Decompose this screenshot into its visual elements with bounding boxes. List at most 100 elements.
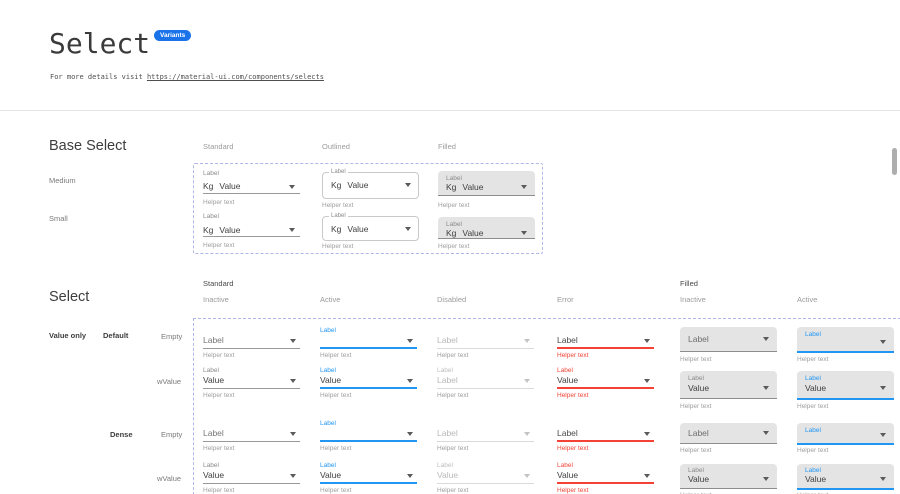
select-float-label: Label — [805, 375, 821, 382]
subtitle-text: For more details visit — [50, 73, 147, 81]
select-dense-standard-error-wvalue[interactable]: Label Value Helper text — [557, 462, 654, 494]
select-value: Value — [805, 475, 826, 484]
select-underline — [320, 347, 417, 349]
base-select-standard-small[interactable]: Label KgValue Helper text — [203, 213, 300, 259]
select-filled-box: Label KgValue — [438, 171, 535, 196]
dropdown-caret-icon — [763, 386, 769, 390]
docs-link[interactable]: https://material-ui.com/components/selec… — [147, 73, 324, 81]
row-group-value-only: Value only — [49, 331, 86, 340]
select-dense-filled-inactive-wvalue[interactable]: Label Value Helper text — [680, 462, 777, 494]
select-underline — [320, 482, 417, 484]
select-dense-standard-disabled-wvalue[interactable]: Label Value Helper text — [437, 462, 534, 494]
select-standard-inactive-wvalue[interactable]: Label Value Helper text — [203, 367, 300, 413]
select-filled-box: Label Value — [680, 464, 777, 489]
dropdown-caret-icon — [405, 227, 411, 231]
select-dense-filled-active-wvalue[interactable]: Label Value Helper text — [797, 462, 894, 494]
helper-text: Helper text — [203, 242, 234, 249]
select-resting-label: Label — [557, 336, 578, 345]
select-value: Value — [688, 384, 709, 393]
helper-text: Helper text — [203, 392, 234, 399]
select-value: Value — [688, 475, 709, 484]
select-underline — [557, 347, 654, 349]
scrollbar-thumb[interactable] — [892, 148, 897, 175]
select-dense-filled-inactive-empty[interactable]: Label Helper text — [680, 420, 777, 466]
dropdown-caret-icon — [644, 432, 650, 436]
helper-text: Helper text — [322, 243, 353, 250]
select-float-label: Label — [203, 367, 219, 374]
variants-badge: Variants — [154, 30, 191, 41]
select-value: KgValue — [331, 181, 369, 190]
select-filled-box: Label Value — [680, 371, 777, 399]
dropdown-caret-icon — [880, 386, 886, 390]
dropdown-caret-icon — [763, 337, 769, 341]
select-resting-label: Label — [203, 336, 224, 345]
helper-text: Helper text — [320, 445, 351, 452]
kg-adornment: Kg — [203, 225, 213, 235]
select-standard-disabled-wvalue[interactable]: Label Label Helper text — [437, 367, 534, 413]
select-value: Value — [805, 384, 826, 393]
column-header-filled-inactive: Inactive — [680, 295, 706, 304]
kg-adornment: Kg — [331, 224, 341, 234]
select-float-label: Label — [688, 467, 704, 474]
select-value: Label — [437, 376, 458, 385]
select-notch-label: Label — [329, 213, 348, 220]
select-float-label: Label — [320, 327, 336, 334]
base-select-outlined-medium[interactable]: Label KgValue Helper text — [322, 170, 419, 216]
select-filled-inactive-wvalue[interactable]: Label Value Helper text — [680, 367, 777, 413]
helper-text: Helper text — [557, 445, 588, 452]
select-float-label: Label — [203, 213, 219, 220]
select-resting-label: Label — [203, 429, 224, 438]
column-header-active: Active — [320, 295, 340, 304]
select-float-label: Label — [203, 462, 219, 469]
select-underline — [437, 483, 534, 484]
column-header-filled-active: Active — [797, 295, 817, 304]
select-filled-active-wvalue[interactable]: Label Value Helper text — [797, 367, 894, 413]
select-dense-standard-active-wvalue[interactable]: Label Value Helper text — [320, 462, 417, 494]
select-dense-standard-inactive-empty[interactable]: Label Helper text — [203, 420, 300, 466]
select-dense-filled-active-empty[interactable]: Label Helper text — [797, 420, 894, 466]
dropdown-caret-icon — [290, 379, 296, 383]
helper-text: Helper text — [557, 392, 588, 399]
select-float-label: Label — [320, 462, 336, 469]
select-underline — [203, 348, 300, 349]
select-dense-standard-inactive-wvalue[interactable]: Label Value Helper text — [203, 462, 300, 494]
select-spec-page: Select Variants For more details visit h… — [0, 0, 900, 494]
select-resting-label: Label — [688, 429, 709, 438]
select-float-label: Label — [203, 170, 219, 177]
base-select-standard-medium[interactable]: Label KgValue Helper text — [203, 170, 300, 216]
group-header-filled: Filled — [680, 279, 698, 288]
select-underline — [203, 441, 300, 442]
select-outline-box: Label KgValue — [322, 172, 419, 199]
row-label-dense-empty: Empty — [161, 430, 182, 439]
base-select-outlined-small[interactable]: Label KgValue Helper text — [322, 213, 419, 259]
select-dense-standard-error-empty[interactable]: Label Helper text — [557, 420, 654, 466]
base-select-filled-small[interactable]: Label KgValue Helper text — [438, 213, 535, 259]
select-underline — [320, 440, 417, 442]
select-underline — [437, 348, 534, 349]
helper-text: Helper text — [322, 202, 353, 209]
select-value: Value — [320, 376, 341, 385]
helper-text: Helper text — [438, 202, 469, 209]
select-dense-standard-disabled-empty[interactable]: Label Helper text — [437, 420, 534, 466]
select-standard-active-wvalue[interactable]: Label Value Helper text — [320, 367, 417, 413]
helper-text: Helper text — [203, 445, 234, 452]
dropdown-caret-icon — [289, 228, 295, 232]
select-filled-box: Label — [797, 423, 894, 445]
row-label-default-empty: Empty — [161, 332, 182, 341]
kg-adornment: Kg — [203, 181, 213, 191]
select-standard-error-wvalue[interactable]: Label Value Helper text — [557, 367, 654, 413]
helper-text: Helper text — [320, 352, 351, 359]
select-dense-standard-active-empty[interactable]: Label Helper text — [320, 420, 417, 466]
base-select-filled-medium[interactable]: Label KgValue Helper text — [438, 170, 535, 216]
dropdown-caret-icon — [644, 339, 650, 343]
helper-text: Helper text — [797, 403, 828, 410]
subtitle: For more details visit https://material-… — [50, 73, 324, 81]
select-notch-label: Label — [329, 169, 348, 176]
select-value: Value — [437, 471, 458, 480]
dropdown-caret-icon — [524, 339, 530, 343]
dropdown-caret-icon — [880, 433, 886, 437]
kg-adornment: Kg — [331, 180, 341, 190]
kg-adornment: Kg — [446, 182, 456, 192]
select-outline-box: Label KgValue — [322, 216, 419, 241]
select-resting-label: Label — [437, 429, 458, 438]
